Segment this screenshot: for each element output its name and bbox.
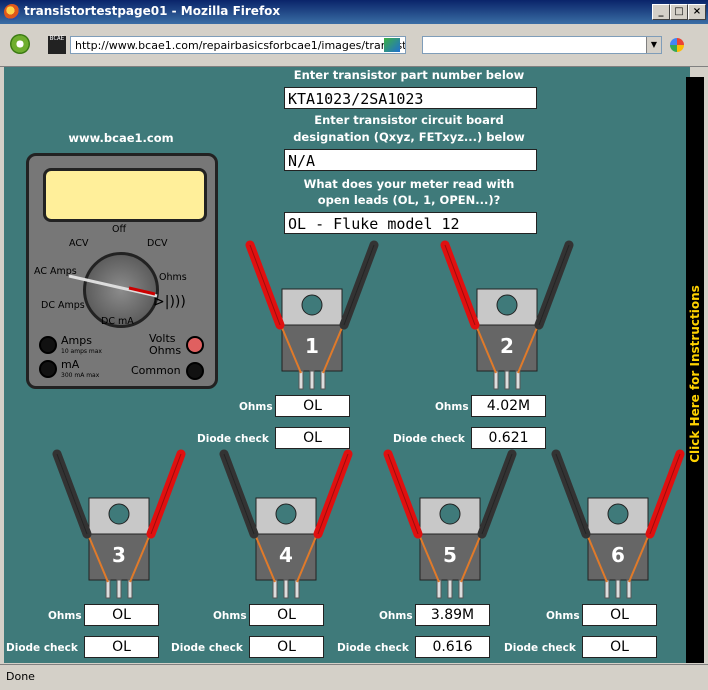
probe-left [245,240,285,330]
transistor-number: 6 [611,543,625,567]
chevron-down-icon[interactable]: ▼ [646,37,661,53]
transistor-leg [105,579,111,599]
ohms-label: Ohms [48,610,82,622]
probe-right [645,449,685,539]
transistor-leg [504,370,510,390]
diode-input-5[interactable]: 0.616 [415,636,490,658]
diode-check-label: Diode check [504,642,576,654]
probe-right [313,449,353,539]
probe-left [52,449,92,539]
transistor-leg [309,370,315,390]
instructions-link[interactable]: Click Here for Instructions [686,77,704,663]
probe-left [219,449,259,539]
firefox-icon [4,4,20,20]
window-title: transistortestpage01 - Mozilla Firefox [24,4,281,18]
ohms-label: Ohms [239,401,273,413]
transistor-hole [275,503,297,525]
ohms-label: Ohms [213,610,247,622]
transistor-hole [439,503,461,525]
maximize-button[interactable]: □ [670,4,688,20]
reload-icon[interactable] [10,34,30,54]
ohms-label: Ohms [546,610,580,622]
probe-right [477,449,517,539]
transistor-leg [116,579,122,599]
ohms-input-4[interactable]: OL [249,604,324,626]
minimize-button[interactable]: _ [652,4,670,20]
page-content: Enter transistor part number below KTA10… [4,67,690,663]
transistor-leg [515,370,521,390]
transistor-number: 5 [443,543,457,567]
diode-check-label: Diode check [337,642,409,654]
transistor-leg [272,579,278,599]
diode-input-1[interactable]: OL [275,427,350,449]
transistor-leg [604,579,610,599]
go-icon[interactable] [384,38,400,52]
transistor-number: 3 [112,543,126,567]
navigation-toolbar: BCAE http://www.bcae1.com/repairbasicsfo… [0,24,708,67]
transistor-leg [436,579,442,599]
transistor-hole [496,294,518,316]
ohms-input-6[interactable]: OL [582,604,657,626]
transistor-leg [320,370,326,390]
diode-input-3[interactable]: OL [84,636,159,658]
transistor-leg [298,370,304,390]
instructions-text: Click Here for Instructions [688,285,702,463]
diode-check-label: Diode check [6,642,78,654]
diode-input-2[interactable]: 0.621 [471,427,546,449]
probe-left [383,449,423,539]
transistor-leg [626,579,632,599]
status-bar: Done [0,664,708,690]
transistor-leg [283,579,289,599]
url-input[interactable]: http://www.bcae1.com/repairbasicsforbcae… [70,36,406,54]
ohms-label: Ohms [435,401,469,413]
ohms-input-1[interactable]: OL [275,395,350,417]
diode-check-label: Diode check [197,433,269,445]
probe-left [440,240,480,330]
ohms-label: Ohms [379,610,413,622]
transistor-hole [108,503,130,525]
transistor-graphics [52,240,685,599]
transistor-leg [294,579,300,599]
transistor-number: 4 [279,543,293,567]
close-button[interactable]: × [688,4,706,20]
transistor-leg [458,579,464,599]
transistor-leg [493,370,499,390]
diode-input-4[interactable]: OL [249,636,324,658]
status-text: Done [6,670,35,683]
transistor-number: 1 [305,334,319,358]
title-bar: transistortestpage01 - Mozilla Firefox _… [0,0,708,24]
diode-check-label: Diode check [393,433,465,445]
probe-right [146,449,186,539]
diode-check-label: Diode check [171,642,243,654]
transistor-leg [615,579,621,599]
probe-left [551,449,591,539]
search-input[interactable]: ▼ [422,36,662,54]
probe-right [534,240,574,330]
ohms-input-2[interactable]: 4.02M [471,395,546,417]
site-favicon-icon: BCAE [48,36,66,54]
google-search-icon[interactable] [670,38,684,52]
transistor-leg [127,579,133,599]
ohms-input-3[interactable]: OL [84,604,159,626]
diode-input-6[interactable]: OL [582,636,657,658]
probe-right [339,240,379,330]
transistor-leg [447,579,453,599]
transistor-hole [607,503,629,525]
ohms-input-5[interactable]: 3.89M [415,604,490,626]
transistor-number: 2 [500,334,514,358]
transistor-hole [301,294,323,316]
